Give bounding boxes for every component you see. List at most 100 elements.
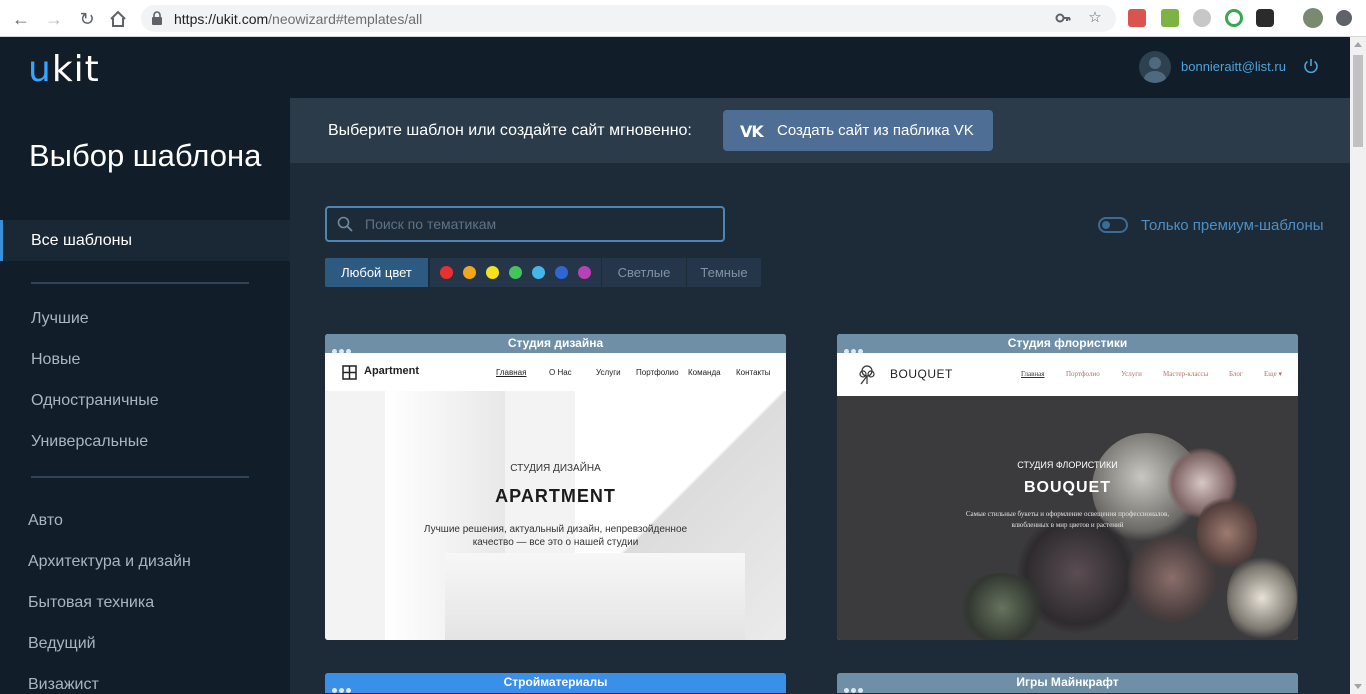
sidebar-item-label: Все шаблоны bbox=[31, 232, 132, 249]
card-title: Игры Майнкрафт bbox=[1016, 675, 1119, 689]
card-title: Студия флористики bbox=[1007, 336, 1128, 350]
preview-headline: BOUQUET bbox=[1024, 479, 1111, 496]
sidebar-item-new[interactable]: Новые bbox=[31, 351, 80, 369]
grid-logo-icon bbox=[342, 365, 357, 380]
color-swatch-light-blue[interactable] bbox=[532, 266, 545, 279]
vk-banner: Выберите шаблон или создайте сайт мгнове… bbox=[290, 98, 1350, 163]
color-swatch-purple[interactable] bbox=[578, 266, 591, 279]
reload-icon[interactable]: ↻ bbox=[76, 8, 98, 30]
preview-kicker: СТУДИЯ ДИЗАЙНА bbox=[510, 463, 601, 474]
logo-letters-kit: kit bbox=[51, 49, 100, 90]
address-bar[interactable]: https://ukit.com/neowizard#templates/all… bbox=[141, 5, 1116, 32]
forward-icon[interactable]: → bbox=[43, 8, 65, 30]
preview-nav-item: Команда bbox=[688, 368, 721, 377]
card-titlebar: Стройматериалы bbox=[325, 673, 786, 693]
preview-nav-item: Услуги bbox=[596, 368, 621, 377]
update-icon[interactable] bbox=[1336, 10, 1352, 26]
divider bbox=[31, 476, 249, 478]
logo-letter-u: u bbox=[28, 49, 52, 90]
url-path: /neowizard#templates/all bbox=[268, 11, 423, 27]
sidebar-item-auto[interactable]: Авто bbox=[28, 512, 63, 530]
page-scrollbar[interactable] bbox=[1350, 37, 1366, 694]
preview-brand: BOUQUET bbox=[890, 367, 953, 381]
sidebar-item-appliances[interactable]: Бытовая техника bbox=[28, 594, 154, 612]
preview-nav-item: О Нас bbox=[549, 368, 572, 377]
incognito-extension-icon[interactable] bbox=[1256, 9, 1274, 27]
star-icon[interactable]: ☆ bbox=[1087, 10, 1103, 26]
preview-nav-item: Главная bbox=[1021, 370, 1045, 378]
banner-text: Выберите шаблон или создайте сайт мгнове… bbox=[328, 122, 692, 139]
scrollbar-thumb[interactable] bbox=[1353, 55, 1363, 147]
sidebar-item-universal[interactable]: Универсальные bbox=[31, 433, 148, 451]
template-card-minecraft-games[interactable]: Игры Майнкрафт bbox=[837, 673, 1298, 693]
create-from-vk-button[interactable]: VK Создать сайт из паблика VK bbox=[723, 110, 993, 151]
preview-subtitle: Самые стильные букеты и оформление освещ… bbox=[965, 510, 1170, 518]
filter-any-color-label: Любой цвет bbox=[341, 265, 412, 280]
user-email[interactable]: bonnieraitt@list.ru bbox=[1181, 59, 1286, 74]
template-card-design-studio[interactable]: Студия дизайна Apartment Главная О Нас У… bbox=[325, 334, 786, 640]
sidebar-item-architecture[interactable]: Архитектура и дизайн bbox=[28, 553, 191, 571]
premium-toggle-label[interactable]: Только премиум-шаблоны bbox=[1141, 217, 1324, 234]
sidebar-item-one-page[interactable]: Одностраничные bbox=[31, 392, 159, 410]
preview-nav-item: Главная bbox=[496, 368, 527, 377]
toggle-knob bbox=[1102, 221, 1110, 229]
template-card-floristics-studio[interactable]: Студия флористики BOUQUET Главная Портфо… bbox=[837, 334, 1298, 640]
scroll-up-icon[interactable] bbox=[1354, 42, 1362, 47]
search-input[interactable] bbox=[365, 214, 705, 234]
preview-brand: Apartment bbox=[364, 365, 420, 377]
color-swatches bbox=[430, 258, 601, 287]
key-icon[interactable] bbox=[1055, 10, 1071, 26]
filter-any-color[interactable]: Любой цвет bbox=[325, 258, 428, 287]
sidebar: Выбор шаблона Все шаблоны Лучшие Новые О… bbox=[0, 98, 290, 694]
card-title: Стройматериалы bbox=[503, 675, 608, 689]
user-avatar[interactable] bbox=[1139, 51, 1171, 83]
filter-light-label: Светлые bbox=[617, 265, 671, 280]
filter-light[interactable]: Светлые bbox=[602, 258, 686, 287]
scroll-down-icon[interactable] bbox=[1354, 684, 1362, 689]
record-extension-icon[interactable] bbox=[1225, 9, 1243, 27]
color-swatch-orange[interactable] bbox=[463, 266, 476, 279]
lock-icon bbox=[152, 11, 162, 25]
vk-button-label: Создать сайт из паблика VK bbox=[777, 122, 974, 139]
divider bbox=[31, 282, 249, 284]
sidebar-item-host[interactable]: Ведущий bbox=[28, 635, 96, 653]
power-icon[interactable] bbox=[1302, 57, 1320, 75]
color-swatch-blue[interactable] bbox=[555, 266, 568, 279]
preview-nav-item: Блог bbox=[1229, 370, 1243, 378]
preview-subtitle: качество — все это о нашей студии bbox=[472, 537, 639, 548]
preview-subtitle: Лучшие решения, актуальный дизайн, непре… bbox=[423, 524, 688, 535]
pdf-extension-icon[interactable] bbox=[1128, 9, 1146, 27]
card-titlebar: Игры Майнкрафт bbox=[837, 673, 1298, 693]
sidebar-item-makeup[interactable]: Визажист bbox=[28, 676, 99, 694]
sidebar-item-best[interactable]: Лучшие bbox=[31, 310, 89, 328]
preview-nav-item: Услуги bbox=[1121, 370, 1142, 378]
filter-dark[interactable]: Темные bbox=[687, 258, 761, 287]
template-preview: BOUQUET Главная Портфолио Услуги Мастер-… bbox=[837, 353, 1298, 640]
color-swatch-red[interactable] bbox=[440, 266, 453, 279]
back-icon[interactable]: ← bbox=[10, 8, 32, 30]
card-title: Студия дизайна bbox=[507, 336, 604, 350]
globe-extension-icon[interactable] bbox=[1193, 9, 1211, 27]
card-titlebar: Студия дизайна bbox=[325, 334, 786, 354]
preview-nav-item: Портфолио bbox=[636, 368, 679, 377]
profile-avatar[interactable] bbox=[1303, 8, 1323, 28]
android-extension-icon[interactable] bbox=[1161, 9, 1179, 27]
bouquet-logo-icon bbox=[859, 365, 875, 385]
preview-nav-item: Мастер-классы bbox=[1163, 370, 1209, 378]
color-swatch-green[interactable] bbox=[509, 266, 522, 279]
url-host: https://ukit.com bbox=[174, 11, 269, 27]
search-field[interactable] bbox=[325, 206, 725, 242]
premium-toggle[interactable] bbox=[1098, 217, 1128, 233]
template-preview: Apartment Главная О Нас Услуги Портфолио… bbox=[325, 353, 786, 640]
color-swatch-yellow[interactable] bbox=[486, 266, 499, 279]
sidebar-item-all-templates[interactable]: Все шаблоны bbox=[0, 220, 290, 261]
template-card-building-materials[interactable]: Стройматериалы bbox=[325, 673, 786, 693]
preview-nav-item: Портфолио bbox=[1066, 370, 1100, 378]
home-icon[interactable] bbox=[107, 8, 129, 30]
ukit-logo[interactable]: ukit bbox=[28, 49, 100, 90]
browser-toolbar: ← → ↻ https://ukit.com/neowizard#templat… bbox=[0, 0, 1366, 37]
preview-subtitle: влюбленных в мир цветов и растений bbox=[1011, 521, 1124, 529]
page-title: Выбор шаблона bbox=[29, 138, 262, 173]
filter-dark-label: Темные bbox=[700, 265, 748, 280]
search-icon bbox=[337, 216, 353, 232]
